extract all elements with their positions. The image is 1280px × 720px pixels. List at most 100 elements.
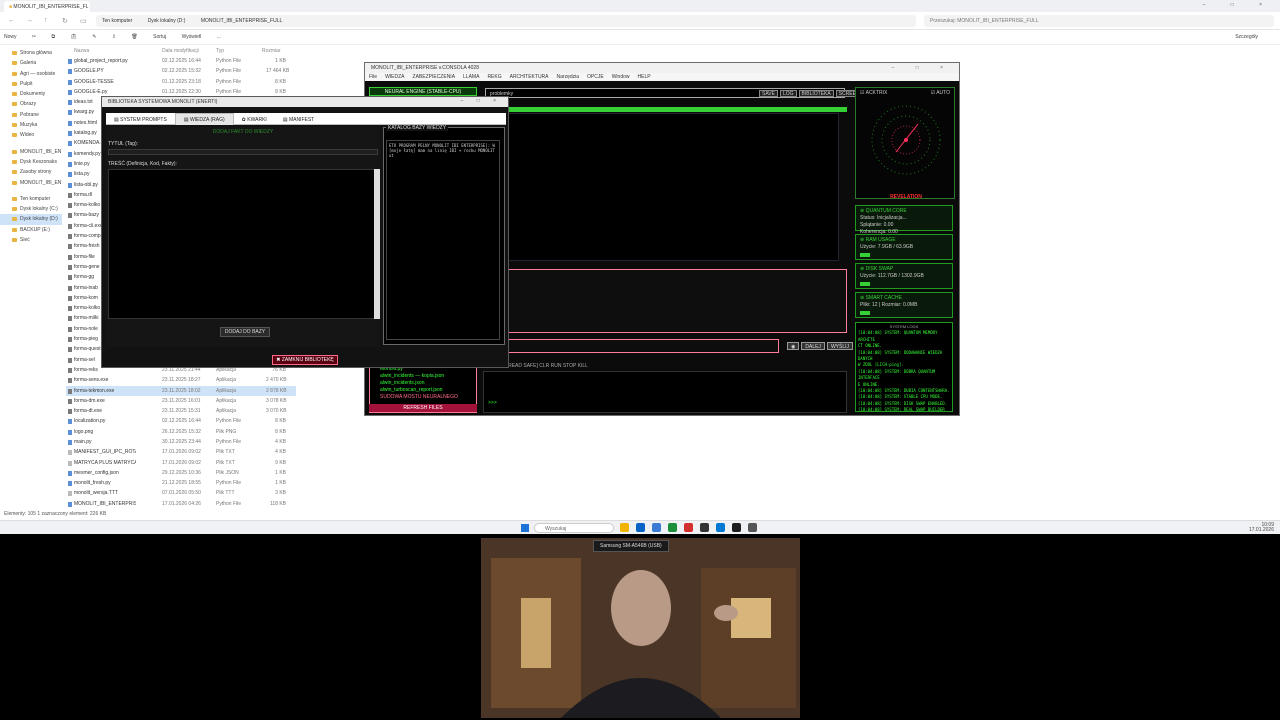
sidebar-item[interactable]: Dysk Keszonaks	[0, 157, 62, 167]
menu-item[interactable]: OPCJE	[587, 74, 604, 80]
menu-item[interactable]: HELP	[638, 74, 651, 80]
file-row[interactable]: MONOLIT_IBI_ENTERPRISE.PY 17.01.2026 06:5…	[66, 509, 296, 510]
menu-item[interactable]: ZABEZPIECZENIA	[413, 74, 456, 80]
title-input[interactable]	[108, 149, 378, 155]
taskbar-app-icon[interactable]	[716, 523, 725, 532]
paste-icon[interactable]: 📋︎	[70, 34, 76, 40]
file-row[interactable]: forma-dt.exe 23.11.2025 15:31 Aplikacja 3 0…	[66, 406, 296, 416]
file-row[interactable]: global_project_report.py 02.12.2025 16:44…	[66, 56, 296, 66]
file-row[interactable]: logo.png 26.12.2025 15:32 Plik PNG 8 KB	[66, 427, 296, 437]
console-file-item[interactable]: alwin_turboscan_report.json	[380, 387, 466, 394]
close-library-button[interactable]: ✖ ZAMKNIJ BIBLIOTEKĘ	[272, 355, 338, 365]
view-button[interactable]: Wyświetl	[182, 34, 202, 40]
sidebar-item[interactable]: MONOLIT_IBI_ENT	[0, 178, 62, 188]
file-row[interactable]: forma-tekmon.exe 23.11.2025 18:02 Aplikacj…	[66, 385, 296, 396]
catalog-item[interactable]: [moje łatę] mam na linię IBI + rocku MON…	[389, 148, 497, 158]
file-row[interactable]: forma-sens.exe 23.11.2025 18:27 Aplikacja 2…	[66, 375, 296, 385]
file-row[interactable]: forma-dm.exe 23.11.2025 16:01 Aplikacja 3 0…	[66, 396, 296, 406]
file-row[interactable]: GOOGLE-TESSE 01.12.2025 23:18 Python File 8…	[66, 77, 296, 87]
neural-engine-badge[interactable]: NEURAL ENGINE (STABLE-CPU)	[369, 87, 477, 96]
file-row[interactable]: MONOLIT_IBI_ENTERPRISE - kopia.PY 17.01.2…	[66, 499, 296, 509]
window-controls[interactable]: – □ ×	[892, 65, 954, 71]
main-output[interactable]	[483, 113, 839, 261]
refresh-icon[interactable]: ↻	[62, 17, 68, 25]
clock[interactable]: 10:09 17.01.2026	[1249, 523, 1274, 533]
column-type[interactable]: Typ	[216, 48, 224, 54]
terminal[interactable]: >>>	[483, 371, 847, 413]
breadcrumb-item[interactable]: Dysk lokalny (D:)	[148, 18, 186, 24]
sidebar-item[interactable]: Galeria	[0, 58, 62, 68]
menu-item[interactable]: Window	[612, 74, 630, 80]
taskbar-app-icon[interactable]	[652, 523, 661, 532]
breadcrumb-item[interactable]: Ten komputer	[102, 18, 132, 24]
search-input[interactable]: Przeszukaj: MONOLIT_IBI_ENTERPRISE_FULL	[924, 15, 1274, 27]
more-button[interactable]: ...	[217, 34, 221, 40]
column-size[interactable]: Rozmiar	[262, 48, 281, 54]
dialog-tab[interactable]: ▤ MANIFEST	[275, 114, 322, 126]
message-input[interactable]	[483, 339, 779, 353]
dialog-tab[interactable]: ▤ WIEDZA (RAG)	[174, 113, 234, 125]
file-row[interactable]: main.py 30.12.2025 23:44 Python File 4 KB	[66, 437, 296, 447]
sidebar-item[interactable]: Agri — osobiste	[0, 69, 62, 79]
content-textarea[interactable]	[108, 169, 376, 319]
console-file-item[interactable]: alwin_incidents — kopia.json	[380, 373, 466, 380]
sidebar-item[interactable]: Dysk lokalny (D:)	[0, 214, 62, 225]
add-to-base-button[interactable]: DODAJ DO BAZY	[220, 327, 270, 337]
file-row[interactable]: MANIFEST_GUI_IPC_ROTATOR 17.01.2026 09:02…	[66, 447, 296, 457]
share-icon[interactable]: ⇪	[112, 34, 116, 40]
system-logs[interactable]: SYSTEM LOGS [10:04:08] SYSTEM: QUANTUM M…	[855, 322, 953, 412]
taskbar-app-icon[interactable]	[684, 523, 693, 532]
file-row[interactable]: mesmer_config.json 29.12.2025 10:36 Plik J…	[66, 468, 296, 478]
scrollbar[interactable]	[374, 169, 380, 319]
console-button[interactable]: BIBLIOTEKA	[798, 90, 834, 97]
dialog-tab[interactable]: ▤ SYSTEM PROMPTS	[106, 114, 175, 126]
back-icon[interactable]: ←	[8, 17, 15, 24]
window-controls[interactable]: – □ ×	[1203, 2, 1275, 8]
secondary-output[interactable]	[483, 269, 847, 333]
sort-button[interactable]: Sortuj	[153, 34, 166, 40]
breadcrumb-item[interactable]: MONOLIT_IBI_ENTERPRISE_FULL	[201, 18, 282, 24]
windows-start-icon[interactable]	[521, 524, 529, 532]
next-button[interactable]: DALEJ	[801, 342, 825, 350]
taskbar-app-icon[interactable]	[748, 523, 757, 532]
menu-item[interactable]: File	[369, 74, 377, 80]
taskbar-app-icon[interactable]	[668, 523, 677, 532]
sidebar-item[interactable]: Pobrane	[0, 110, 62, 120]
sidebar-item[interactable]: Muzyka	[0, 120, 62, 130]
forward-icon[interactable]: →	[26, 17, 33, 24]
menu-item[interactable]: Narzędzia	[557, 74, 580, 80]
file-row[interactable]: monolit_fresh.py 21.12.2025 18:55 Python F…	[66, 478, 296, 488]
taskbar-app-icon[interactable]	[636, 523, 645, 532]
dialog-tab[interactable]: ✿ KWARKI	[234, 114, 275, 126]
copy-icon[interactable]: ⧉	[52, 34, 56, 40]
menu-item[interactable]: REKG	[487, 74, 501, 80]
file-row[interactable]: monolit_wersja.TTT 07.01.2026 05:50 Plik T…	[66, 488, 296, 498]
file-row[interactable]: MATRYCA PLUS MATRYCA MINUS MAT... 17.01.2…	[66, 458, 296, 468]
menu-item[interactable]: LLAMA	[463, 74, 479, 80]
sidebar-item[interactable]: Strona główna	[0, 48, 62, 58]
explorer-tab[interactable]: ■ MONOLIT_IBI_ENTERPRISE_FL ×	[4, 1, 90, 12]
address-bar[interactable]: Ten komputer Dysk lokalny (D:) MONOLIT_I…	[96, 15, 916, 27]
sidebar-item[interactable]: Pulpit	[0, 79, 62, 89]
auto-toggle[interactable]: ☑ AUTO	[931, 90, 950, 96]
sidebar-item[interactable]: Zasoby strony	[0, 167, 62, 177]
console-button[interactable]: LOG	[779, 90, 797, 97]
console-file-item[interactable]: alwin_incidents.json	[380, 380, 466, 387]
sidebar-item[interactable]: Ten komputer	[0, 194, 62, 204]
dialog-window-controls[interactable]: – □ ×	[461, 98, 503, 104]
sidebar-item[interactable]: Dysk lokalny (C:)	[0, 204, 62, 214]
menu-item[interactable]: ARCHITEKTURA	[510, 74, 549, 80]
taskbar-app-icon[interactable]	[732, 523, 741, 532]
up-icon[interactable]: ↑	[44, 17, 48, 24]
menu-item[interactable]: WIEDZA	[385, 74, 404, 80]
sidebar-item[interactable]: MONOLIT_IBI_ENTI	[0, 147, 62, 157]
rename-icon[interactable]: ✎	[92, 34, 96, 40]
taskbar-search[interactable]: Wyszukaj	[534, 523, 614, 533]
send-button[interactable]: WYŚLIJ	[826, 342, 853, 350]
column-name[interactable]: Nazwa	[74, 48, 89, 54]
sidebar-item[interactable]: Sieć	[0, 235, 62, 245]
sidebar-item[interactable]: Dokumenty	[0, 89, 62, 99]
console-button[interactable]: SAVE	[759, 90, 778, 97]
cut-icon[interactable]: ✂	[32, 34, 36, 40]
delete-icon[interactable]: 🗑︎	[131, 34, 137, 40]
